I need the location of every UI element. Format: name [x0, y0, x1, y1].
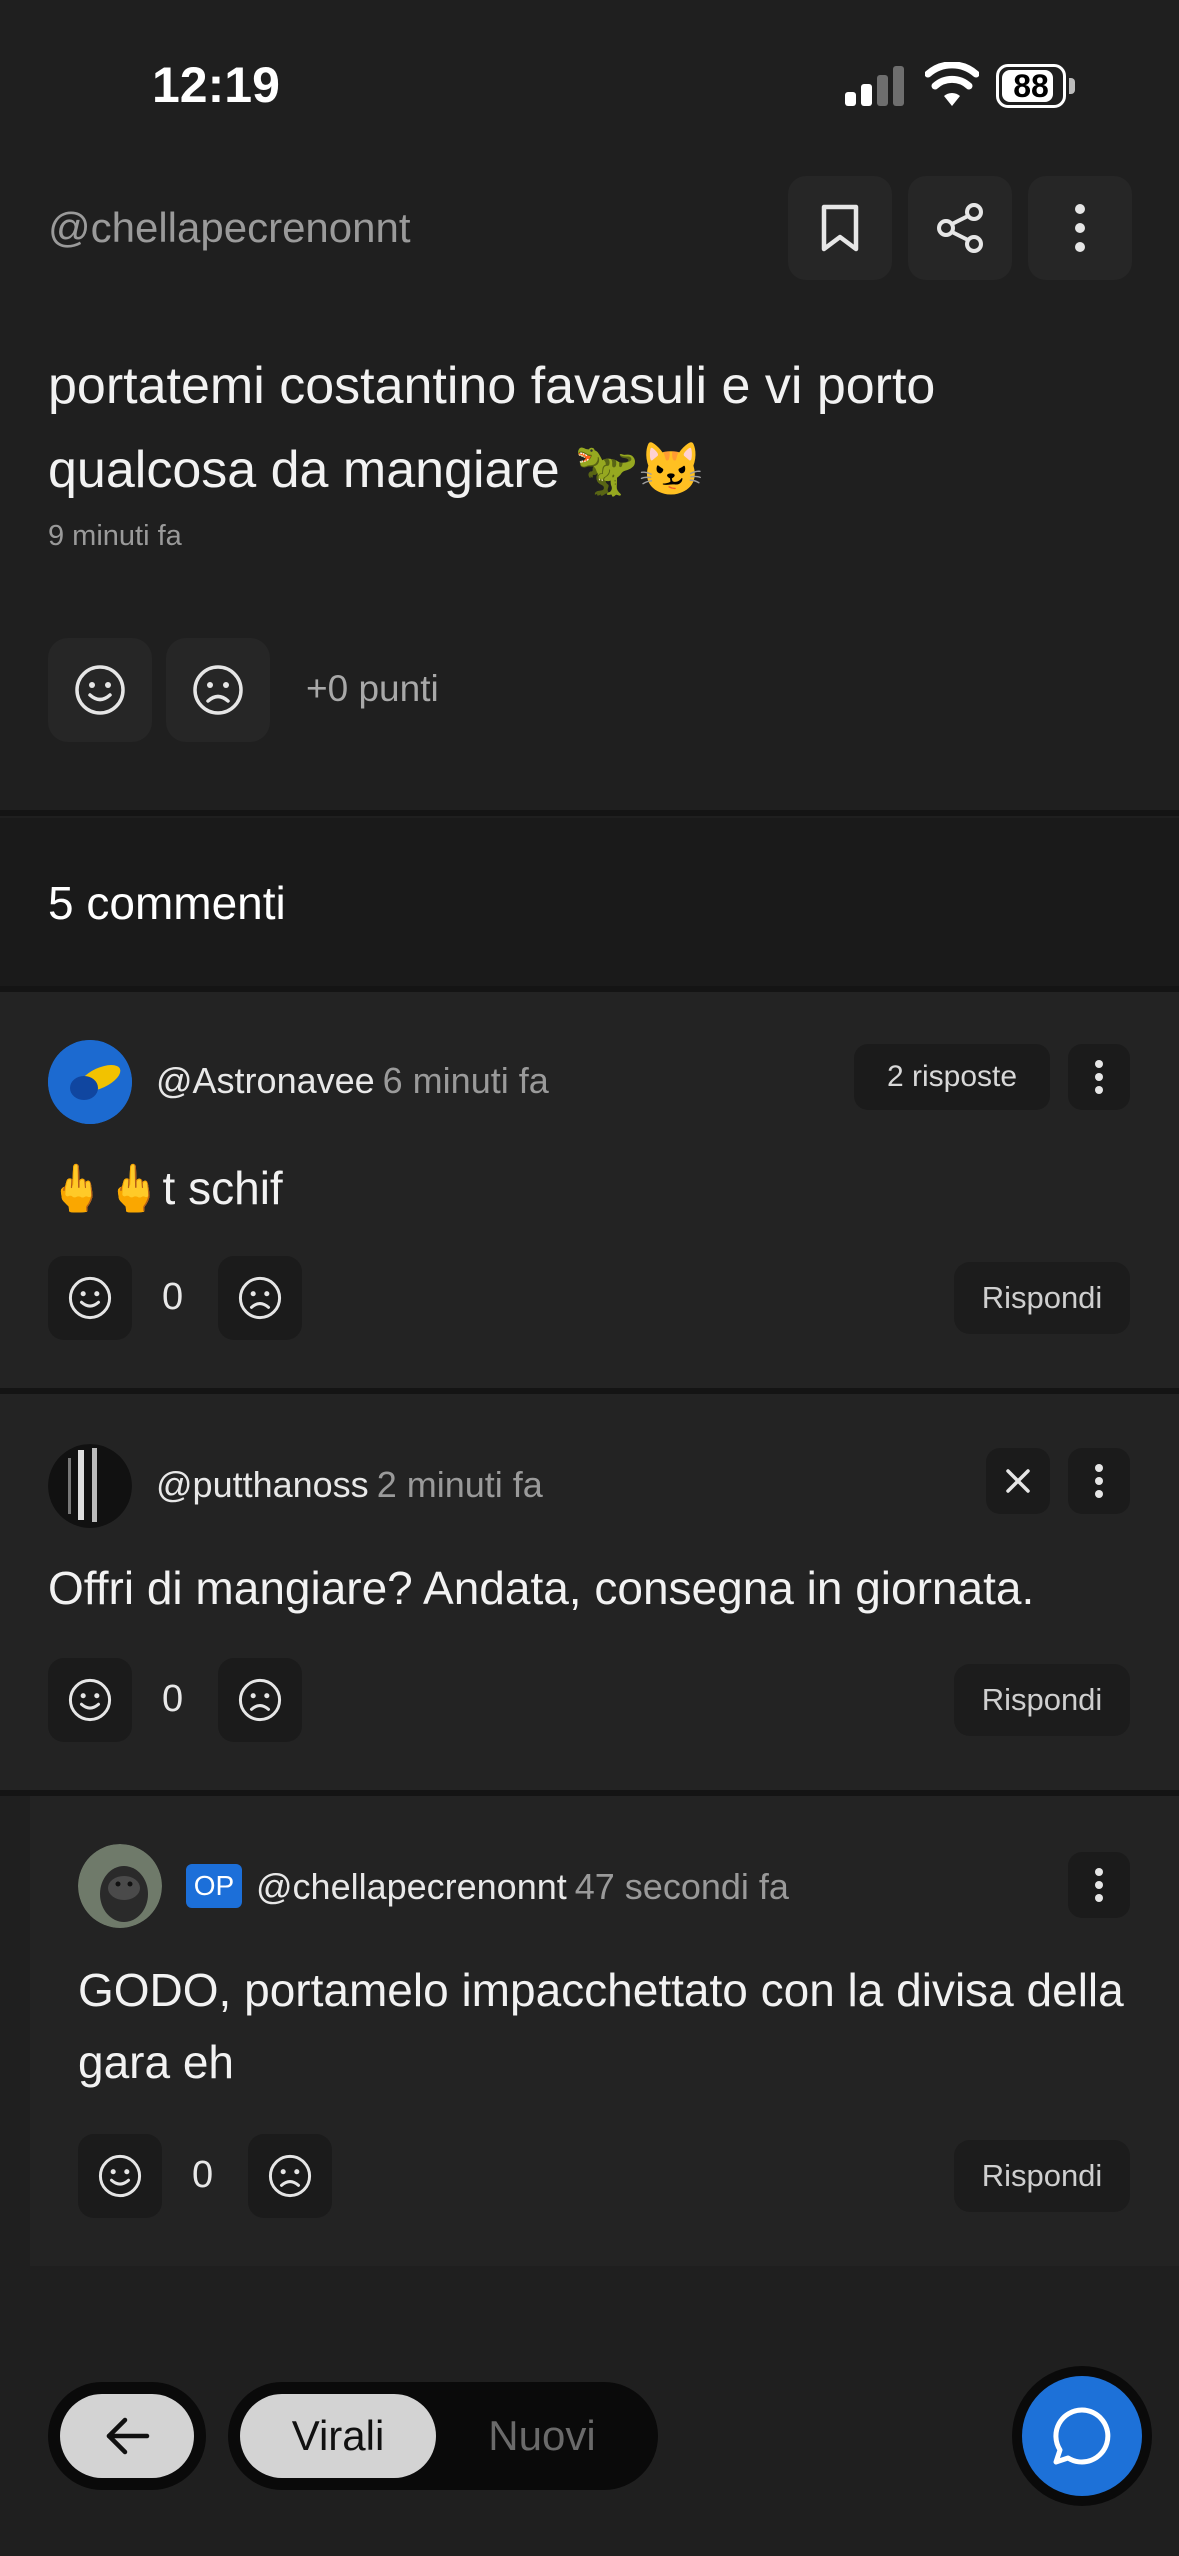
comment-upvote-button[interactable] — [48, 1658, 132, 1742]
smile-face-icon — [98, 2154, 142, 2198]
more-vertical-icon — [1095, 1464, 1103, 1498]
comment-score: 0 — [192, 2154, 214, 2196]
comment-text: 🖕🖕t schif — [48, 1162, 283, 1214]
replies-button[interactable]: 2 risposte — [854, 1044, 1050, 1110]
more-vertical-icon — [1095, 1868, 1103, 1902]
tab-nuovi[interactable]: Nuovi — [440, 2394, 644, 2478]
battery-indicator: 88 — [996, 64, 1076, 110]
comment-downvote-button[interactable] — [218, 1658, 302, 1742]
share-icon — [937, 203, 983, 253]
comment-score: 0 — [162, 1678, 184, 1720]
post-time: 9 minuti fa — [48, 520, 182, 552]
smile-face-icon — [68, 1678, 112, 1722]
arrow-left-icon — [106, 2417, 150, 2455]
chat-bubble-icon — [1053, 2407, 1111, 2465]
avatar[interactable] — [48, 1040, 132, 1124]
reply-button[interactable]: Rispondi — [954, 1262, 1130, 1334]
smile-face-icon — [68, 1276, 112, 1320]
comment-username[interactable]: @putthanoss — [156, 1464, 369, 1505]
sad-face-icon — [193, 665, 243, 715]
comment-score: 0 — [162, 1276, 184, 1318]
post-more-button[interactable] — [1028, 176, 1132, 280]
new-comment-button[interactable] — [1022, 2376, 1142, 2496]
reply-button[interactable]: Rispondi — [954, 1664, 1130, 1736]
comment-more-button[interactable] — [1068, 1448, 1130, 1514]
op-badge: OP — [186, 1864, 242, 1908]
sad-face-icon — [238, 1678, 282, 1722]
reply-button[interactable]: Rispondi — [954, 2140, 1130, 2212]
comment-downvote-button[interactable] — [218, 1256, 302, 1340]
bookmark-icon — [821, 204, 859, 252]
sad-face-icon — [268, 2154, 312, 2198]
comment-item: @putthanoss 2 minuti fa Offri di mangiare… — [0, 1394, 1179, 1790]
post-author[interactable]: @chellapecrenonnt — [48, 204, 411, 252]
cellular-signal-icon — [845, 66, 904, 106]
comment-text: Offri di mangiare? Andata, consegna in g… — [48, 1562, 1035, 1614]
comment-time: 6 minuti fa — [382, 1060, 549, 1101]
share-button[interactable] — [908, 176, 1012, 280]
sad-face-icon — [238, 1276, 282, 1320]
comment-username[interactable]: @chellapecrenonnt — [256, 1866, 567, 1907]
divider — [0, 810, 1179, 816]
avatar[interactable] — [78, 1844, 162, 1928]
wifi-icon — [925, 62, 979, 106]
comment-author[interactable]: @putthanoss 2 minuti fa — [156, 1464, 543, 1506]
status-time: 12:19 — [152, 57, 280, 113]
comment-author[interactable]: @chellapecrenonnt 47 secondi fa — [256, 1866, 789, 1908]
reply-indent — [0, 1796, 30, 2266]
comments-count: 5 commenti — [48, 877, 286, 929]
post-upvote-button[interactable] — [48, 638, 152, 742]
comment-upvote-button[interactable] — [48, 1256, 132, 1340]
comment-more-button[interactable] — [1068, 1852, 1130, 1918]
tab-virali[interactable]: Virali — [240, 2394, 436, 2478]
back-button[interactable] — [60, 2394, 194, 2478]
bookmark-button[interactable] — [788, 176, 892, 280]
comment-time: 2 minuti fa — [376, 1464, 543, 1505]
comment-downvote-button[interactable] — [248, 2134, 332, 2218]
close-icon — [1006, 1469, 1030, 1493]
comment-text: GODO, portamelo impacchettato con la div… — [78, 1964, 1124, 2088]
comment-item: @Astronavee 6 minuti fa 2 risposte 🖕🖕t sc… — [0, 992, 1179, 1388]
reply-comment-item: OP @chellapecrenonnt 47 secondi fa GODO, … — [30, 1796, 1179, 2266]
comment-username[interactable]: @Astronavee — [156, 1060, 375, 1101]
battery-level: 88 — [1013, 68, 1049, 104]
post-text: portatemi costantino favasuli e vi porto… — [48, 357, 936, 499]
more-vertical-icon — [1095, 1060, 1103, 1094]
more-vertical-icon — [1075, 204, 1085, 252]
comment-author[interactable]: @Astronavee 6 minuti fa — [156, 1060, 549, 1102]
comment-upvote-button[interactable] — [78, 2134, 162, 2218]
smile-face-icon — [75, 665, 125, 715]
avatar[interactable] — [48, 1444, 132, 1528]
close-button[interactable] — [986, 1448, 1050, 1514]
post-points: +0 punti — [306, 668, 439, 709]
post-downvote-button[interactable] — [166, 638, 270, 742]
comment-more-button[interactable] — [1068, 1044, 1130, 1110]
comment-time: 47 secondi fa — [574, 1866, 789, 1907]
